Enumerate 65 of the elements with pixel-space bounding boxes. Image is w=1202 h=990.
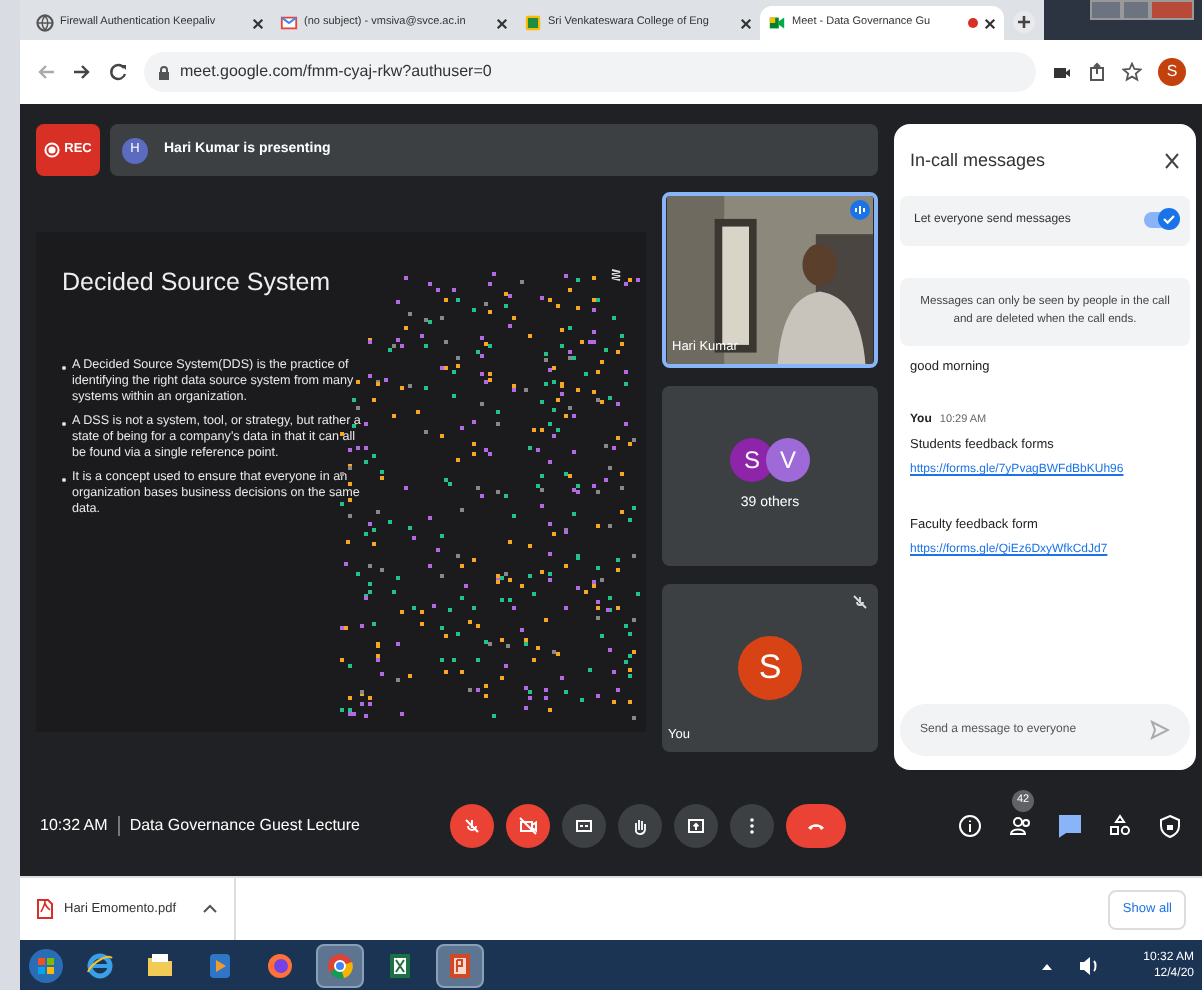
close-icon[interactable] [740, 17, 752, 29]
self-avatar: S [738, 636, 802, 700]
info-button[interactable] [956, 813, 982, 839]
chat-icon [1057, 814, 1081, 838]
shapes-icon [1107, 814, 1131, 838]
close-icon[interactable] [252, 17, 264, 29]
chrome-icon [324, 949, 356, 981]
toggle-switch[interactable] [1144, 212, 1176, 228]
media-player-icon [204, 949, 236, 981]
fox-browser-icon [264, 949, 296, 981]
globe-icon [36, 14, 54, 32]
speaking-icon [850, 200, 870, 220]
reload-icon[interactable] [108, 62, 128, 82]
star-icon[interactable] [1122, 62, 1142, 82]
hand-button[interactable] [618, 804, 662, 848]
participant-avatar: S [730, 437, 774, 482]
present-button[interactable] [674, 804, 718, 848]
tray-arrow-icon[interactable] [1040, 959, 1054, 971]
board-icon [524, 14, 542, 32]
camera-icon[interactable] [1052, 63, 1072, 81]
taskbar-button[interactable] [436, 943, 484, 987]
profile-avatar[interactable]: S [1158, 58, 1186, 86]
camera-off-icon [516, 814, 540, 838]
check-icon [1162, 212, 1176, 226]
camera-icon [768, 14, 786, 32]
close-icon[interactable] [984, 17, 996, 29]
participant-avatar: V [766, 437, 810, 482]
share-icon[interactable] [1088, 62, 1106, 82]
speaker-icon[interactable] [1078, 953, 1098, 977]
people-button[interactable] [1006, 813, 1032, 839]
url-text: meet.google.com/fmm-cyaj-rkw?authuser=0 [180, 60, 492, 84]
captions-button[interactable] [562, 804, 606, 848]
new-tab-icon[interactable] [1012, 10, 1036, 34]
slides-icon [444, 949, 476, 981]
browser-icon [84, 949, 116, 981]
slide-title: Decided Source System [62, 266, 333, 300]
chat-button[interactable] [1056, 813, 1082, 839]
meeting-time: 10:32 AM [40, 814, 108, 838]
close-icon[interactable] [1164, 152, 1180, 171]
forward-icon[interactable] [72, 62, 92, 82]
spreadsheet-icon [384, 949, 416, 981]
muted-mic-icon [460, 814, 484, 838]
envelope-icon [280, 14, 298, 32]
record-icon [44, 142, 61, 158]
shield-icon [1157, 814, 1181, 838]
close-icon[interactable] [496, 17, 508, 29]
lock-icon [156, 63, 172, 81]
caret-icon[interactable] [202, 902, 218, 916]
folder-icon [144, 949, 176, 981]
start-icon[interactable] [28, 947, 64, 983]
activities-button[interactable] [1106, 813, 1132, 839]
address-bar[interactable]: meet.google.com/fmm-cyaj-rkw?authuser=0 [144, 52, 1036, 92]
camera-button[interactable] [506, 804, 550, 848]
taskbar-button[interactable] [316, 943, 364, 987]
meeting-title: Data Governance Guest Lecture [129, 814, 360, 838]
present-icon [684, 814, 708, 838]
mic-button[interactable] [450, 804, 494, 848]
captions-icon [572, 814, 596, 838]
panel-title: In-call messages [910, 148, 1046, 174]
pdf-icon [36, 898, 54, 920]
slide-logo-icon [610, 268, 622, 284]
info-icon [957, 814, 981, 838]
lock-button[interactable] [1156, 813, 1182, 839]
people-icon [1007, 814, 1031, 838]
end-call-button[interactable] [786, 804, 846, 848]
